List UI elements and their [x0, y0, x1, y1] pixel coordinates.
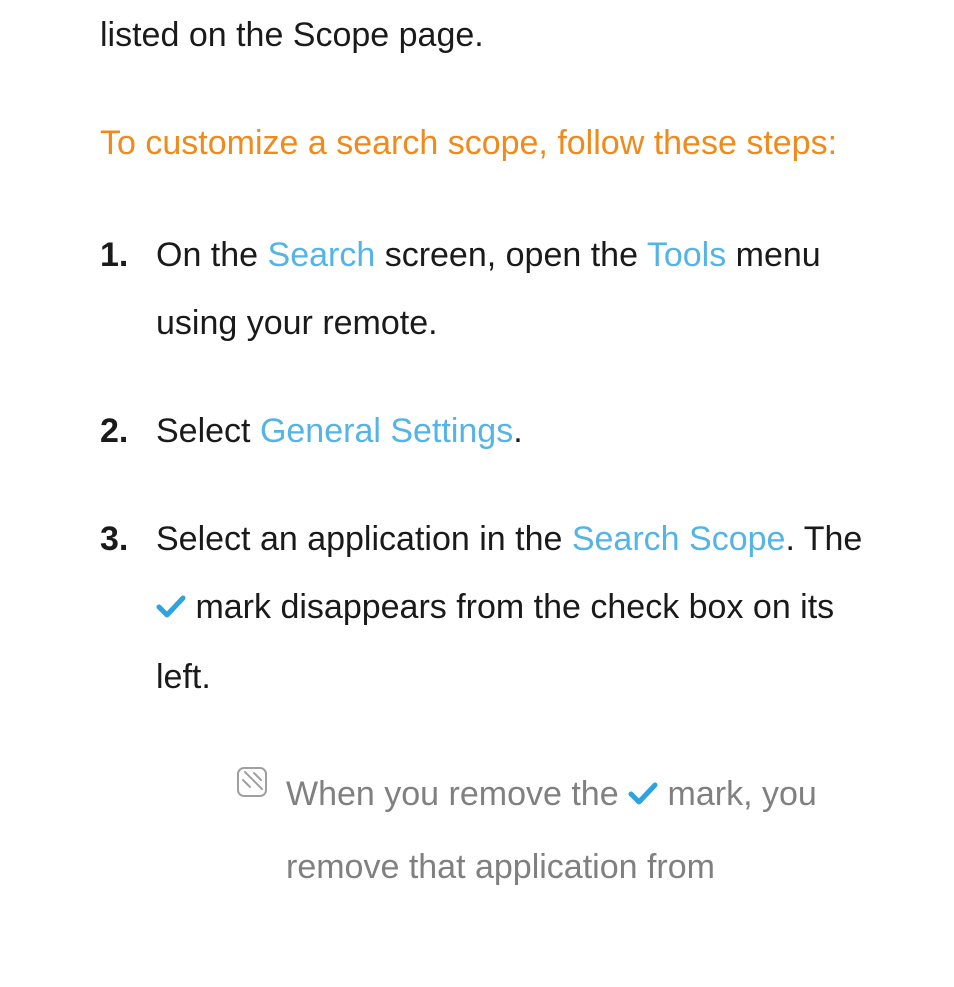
note-icon [236, 766, 268, 798]
checkmark-icon [156, 575, 186, 643]
checkmark-icon [628, 761, 658, 832]
note-text: When you remove the [286, 775, 628, 813]
step-marker: 2. [100, 397, 128, 465]
step-text: . [513, 412, 522, 450]
steps-list: 1. On the Search screen, open the Tools … [100, 221, 894, 904]
step-text: screen, open the [375, 236, 647, 274]
step-text: mark disappears from the check box on it… [156, 588, 834, 696]
general-settings-link: General Settings [260, 412, 513, 450]
step-2: 2. Select General Settings. [100, 397, 894, 465]
tools-link: Tools [647, 236, 726, 274]
step-marker: 1. [100, 221, 128, 289]
step-1: 1. On the Search screen, open the Tools … [100, 221, 894, 357]
step-text: Select an application in the [156, 520, 572, 558]
intro-text: listed on the Scope page. [100, 10, 894, 61]
step-text: Select [156, 412, 260, 450]
step-marker: 3. [100, 505, 128, 573]
search-link: Search [268, 236, 376, 274]
step-text: . The [785, 520, 862, 558]
section-heading: To customize a search scope, follow thes… [100, 109, 894, 177]
note-block: When you remove the mark, you remove tha… [236, 759, 894, 904]
step-text: On the [156, 236, 268, 274]
step-3: 3. Select an application in the Search S… [100, 505, 894, 904]
search-scope-link: Search Scope [572, 520, 786, 558]
manual-page: listed on the Scope page. To customize a… [0, 10, 954, 904]
